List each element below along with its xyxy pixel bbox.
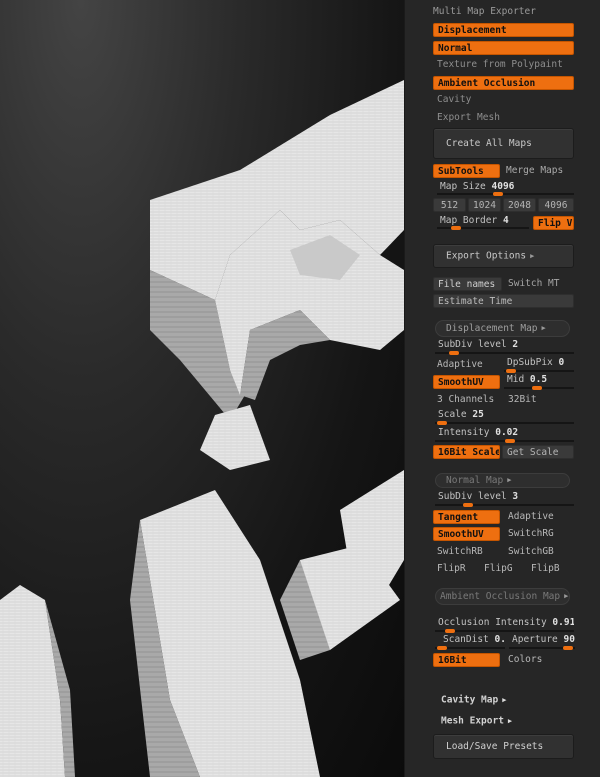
size-2048-button[interactable]: 2048 — [503, 198, 536, 212]
displacement-toggle[interactable]: Displacement — [433, 23, 574, 37]
scale-value: 25 — [472, 409, 484, 420]
ao-16bit-toggle[interactable]: 16Bit — [433, 653, 500, 667]
displacement-adaptive-toggle[interactable]: Adaptive — [433, 358, 501, 372]
normal-map-label: Normal Map — [446, 475, 504, 486]
displacement-subdiv-value: 2 — [512, 339, 519, 350]
mesh-export-label: Mesh Export — [441, 715, 504, 727]
scandist-label: ScanDist — [443, 634, 489, 645]
aperture-slider[interactable]: Aperture 90 — [509, 633, 575, 650]
normal-subdiv-label: SubDiv level — [438, 491, 507, 502]
switch-mt-button[interactable]: Switch MT — [504, 277, 574, 291]
dpsubpix-value: 0 — [558, 357, 565, 368]
expand-arrow-icon: ▶ — [530, 252, 535, 260]
colors-toggle[interactable]: Colors — [504, 653, 574, 667]
cavity-map-label: Cavity Map — [441, 694, 499, 706]
flip-b-toggle[interactable]: FlipB — [527, 562, 574, 576]
expand-arrow-icon: ▶ — [564, 592, 569, 600]
flip-v-toggle[interactable]: Flip V — [533, 216, 574, 230]
aperture-value: 90 — [563, 634, 575, 645]
panel-title: Multi Map Exporter — [433, 6, 536, 17]
occlusion-intensity-slider[interactable]: Occlusion Intensity 0.91 — [435, 616, 574, 633]
subtools-toggle[interactable]: SubTools — [433, 164, 500, 178]
normal-adaptive-toggle[interactable]: Adaptive — [504, 510, 574, 524]
map-size-value: 4096 — [491, 181, 515, 192]
ambient-occlusion-map-header[interactable]: Ambient Occlusion Map ▶ — [435, 588, 570, 605]
scandist-slider[interactable]: ScanDist 0.1 — [435, 633, 505, 650]
3d-viewport[interactable] — [0, 0, 404, 777]
map-border-label: Map Border — [440, 215, 498, 226]
switch-gb-toggle[interactable]: SwitchGB — [504, 545, 574, 559]
load-save-presets-button[interactable]: Load/Save Presets — [433, 734, 574, 759]
switch-rg-toggle[interactable]: SwitchRG — [504, 527, 574, 541]
size-4096-button[interactable]: 4096 — [538, 198, 574, 212]
map-size-slider[interactable]: Map Size 4096 — [437, 180, 574, 196]
estimate-time-button[interactable]: Estimate Time — [433, 294, 574, 308]
tangent-toggle[interactable]: Tangent — [433, 510, 500, 524]
scale-slider[interactable]: Scale 25 — [435, 408, 574, 425]
size-512-button[interactable]: 512 — [433, 198, 466, 212]
map-size-label: Map Size — [440, 181, 486, 192]
ambient-occlusion-map-label: Ambient Occlusion Map — [440, 591, 561, 602]
export-options-button[interactable]: Export Options ▶ — [433, 244, 574, 268]
sculpt-model — [0, 80, 404, 777]
ambient-occlusion-toggle[interactable]: Ambient Occlusion — [433, 76, 574, 90]
dpsubpix-label: DpSubPix — [507, 357, 553, 368]
get-scale-button[interactable]: Get Scale — [502, 445, 574, 459]
16bit-scale-toggle[interactable]: 16Bit Scale — [433, 445, 500, 459]
switch-rb-toggle[interactable]: SwitchRB — [433, 545, 501, 559]
intensity-value: 0.02 — [495, 427, 519, 438]
scandist-value: 0.1 — [494, 634, 506, 645]
cavity-map-section[interactable]: Cavity Map ▶ — [429, 692, 574, 708]
normal-map-header[interactable]: Normal Map ▶ — [435, 473, 570, 488]
intensity-slider[interactable]: Intensity 0.02 — [435, 426, 574, 443]
mid-label: Mid — [507, 374, 525, 385]
occlusion-intensity-value: 0.91 — [552, 617, 574, 628]
texture-from-polypaint-toggle[interactable]: Texture from Polypaint — [433, 58, 574, 72]
displacement-map-header[interactable]: Displacement Map ▶ — [435, 320, 570, 337]
normal-subdiv-value: 3 — [512, 491, 519, 502]
dpsubpix-slider[interactable]: DpSubPix 0 — [504, 356, 574, 373]
displacement-subdiv-slider[interactable]: SubDiv level 2 — [435, 338, 574, 355]
scale-label: Scale — [438, 409, 467, 420]
size-1024-button[interactable]: 1024 — [468, 198, 501, 212]
expand-arrow-icon: ▶ — [507, 476, 512, 484]
expand-arrow-icon: ▶ — [541, 324, 546, 332]
intensity-label: Intensity — [438, 427, 490, 438]
displacement-smoothuv-toggle[interactable]: SmoothUV — [433, 375, 500, 389]
aperture-label: Aperture — [512, 634, 558, 645]
mesh-export-section[interactable]: Mesh Export ▶ — [429, 713, 574, 729]
displacement-map-label: Displacement Map — [446, 323, 538, 334]
cavity-toggle[interactable]: Cavity — [433, 93, 574, 107]
normal-toggle[interactable]: Normal — [433, 41, 574, 55]
flip-g-toggle[interactable]: FlipG — [480, 562, 526, 576]
mid-slider[interactable]: Mid 0.5 — [504, 373, 574, 390]
normal-smoothuv-toggle[interactable]: SmoothUV — [433, 527, 500, 541]
three-channels-toggle[interactable]: 3 Channels — [433, 393, 501, 407]
right-panel: Multi Map Exporter Displacement Normal T… — [404, 0, 600, 777]
occlusion-intensity-label: Occlusion Intensity — [438, 617, 547, 628]
expand-arrow-icon: ▶ — [502, 696, 507, 704]
32bit-toggle[interactable]: 32Bit — [504, 393, 574, 407]
mid-value: 0.5 — [529, 374, 548, 385]
file-names-button[interactable]: File names — [433, 277, 502, 291]
expand-arrow-icon: ▶ — [507, 717, 513, 725]
normal-subdiv-slider[interactable]: SubDiv level 3 — [435, 490, 574, 507]
map-border-slider[interactable]: Map Border 4 — [437, 214, 529, 230]
export-mesh-toggle[interactable]: Export Mesh — [433, 111, 574, 125]
displacement-subdiv-label: SubDiv level — [438, 339, 507, 350]
merge-maps-toggle[interactable]: Merge Maps — [502, 164, 576, 178]
create-all-maps-button[interactable]: Create All Maps — [433, 128, 574, 159]
flip-r-toggle[interactable]: FlipR — [433, 562, 479, 576]
map-border-value: 4 — [502, 215, 509, 226]
export-options-label: Export Options — [446, 250, 527, 262]
